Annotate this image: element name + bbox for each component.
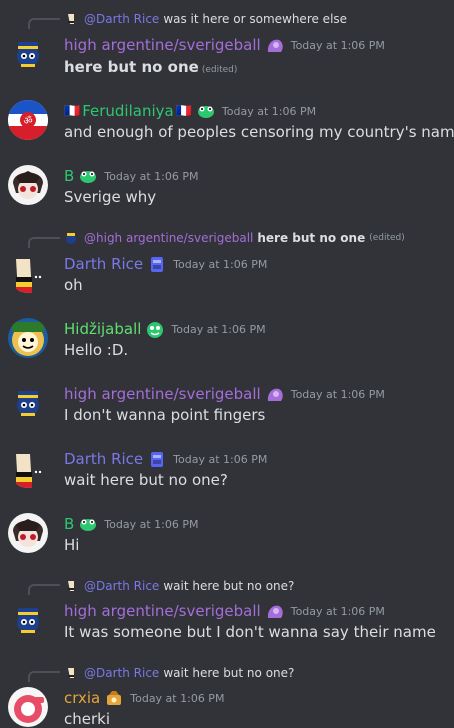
message-text: Hi [64, 536, 80, 554]
reply-connector [28, 18, 60, 29]
edited-label: (edited) [369, 233, 405, 243]
reply-text: wait here but no one? [163, 666, 295, 680]
avatar[interactable] [8, 600, 48, 640]
role-icon [145, 320, 165, 338]
reply-preview[interactable]: @Darth Rice wait here but no one? [64, 664, 294, 682]
avatar[interactable] [8, 513, 48, 553]
username[interactable]: Darth Rice [64, 255, 143, 273]
avatar[interactable] [8, 165, 48, 205]
avatar[interactable] [8, 253, 48, 293]
reply-preview[interactable]: @Darth Rice was it here or somewhere els… [64, 10, 347, 28]
reply-author[interactable]: @Darth Rice [84, 666, 159, 680]
timestamp[interactable]: Today at 1:06 PM [291, 39, 385, 52]
timestamp[interactable]: Today at 1:06 PM [104, 170, 198, 183]
reply-avatar [64, 579, 78, 593]
role-icon [196, 102, 216, 120]
reply-avatar [64, 666, 78, 680]
reply-connector [28, 237, 60, 248]
edited-label: (edited) [201, 65, 238, 75]
timestamp[interactable]: Today at 1:06 PM [171, 323, 265, 336]
username[interactable]: B [64, 167, 74, 185]
reply-text: here but no one [257, 231, 366, 245]
username[interactable]: high argentine/sverigeball [64, 385, 261, 403]
reply-author[interactable]: @high argentine/sverigeball [84, 231, 253, 245]
avatar[interactable] [8, 34, 48, 74]
message-text: and enough of peoples censoring my count… [64, 123, 454, 141]
reply-preview[interactable]: @high argentine/sverigeball here but no … [64, 229, 405, 247]
message-text: oh [64, 276, 83, 294]
message-text: cherki [64, 710, 111, 728]
avatar[interactable] [8, 383, 48, 423]
role-icon [147, 450, 167, 468]
username[interactable]: Ferudilaniya [82, 102, 174, 120]
username[interactable]: Darth Rice [64, 450, 143, 468]
reply-connector [28, 584, 60, 595]
username[interactable]: crxia [64, 689, 100, 707]
message-text: I don't wanna point fingers [64, 406, 266, 424]
timestamp[interactable]: Today at 1:06 PM [104, 518, 198, 531]
message-text: It was someone but I don't wanna say the… [64, 623, 436, 641]
timestamp[interactable]: Today at 1:06 PM [130, 692, 224, 705]
reply-text: was it here or somewhere else [163, 12, 348, 26]
username[interactable]: high argentine/sverigeball [64, 602, 261, 620]
role-icon [265, 36, 285, 54]
timestamp[interactable]: Today at 1:06 PM [173, 453, 267, 466]
role-icon [265, 385, 285, 403]
message-content: here but no one (edited) [64, 58, 237, 76]
username[interactable]: high argentine/sverigeball [64, 36, 261, 54]
role-icon [78, 167, 98, 185]
message-text: Sverige why [64, 188, 157, 206]
reply-avatar [64, 231, 78, 245]
timestamp[interactable]: Today at 1:06 PM [291, 605, 385, 618]
flag-icon: 🇫🇷 [64, 103, 81, 119]
reply-preview[interactable]: @Darth Rice wait here but no one? [64, 577, 294, 595]
role-icon [104, 689, 124, 707]
avatar[interactable] [8, 448, 48, 488]
svg-text:ॐ: ॐ [23, 115, 32, 127]
reply-text: wait here but no one? [163, 579, 295, 593]
reply-connector [28, 671, 60, 682]
message-text: wait here but no one? [64, 471, 228, 489]
avatar[interactable] [8, 318, 48, 358]
avatar[interactable]: ॐ [8, 100, 48, 140]
reply-author[interactable]: @Darth Rice [84, 579, 159, 593]
reply-author[interactable]: @Darth Rice [84, 12, 159, 26]
reply-avatar [64, 12, 78, 26]
username[interactable]: B [64, 515, 74, 533]
avatar[interactable] [8, 687, 48, 727]
role-icon [78, 515, 98, 533]
username[interactable]: Hidžijaball [64, 320, 141, 338]
role-icon [265, 602, 285, 620]
timestamp[interactable]: Today at 1:06 PM [173, 258, 267, 271]
message-text: Hello :D. [64, 341, 129, 359]
flag-icon: 🇫🇷 [175, 103, 192, 119]
role-icon [147, 255, 167, 273]
message-text: here but no one [64, 58, 199, 76]
timestamp[interactable]: Today at 1:06 PM [222, 105, 316, 118]
timestamp[interactable]: Today at 1:06 PM [291, 388, 385, 401]
